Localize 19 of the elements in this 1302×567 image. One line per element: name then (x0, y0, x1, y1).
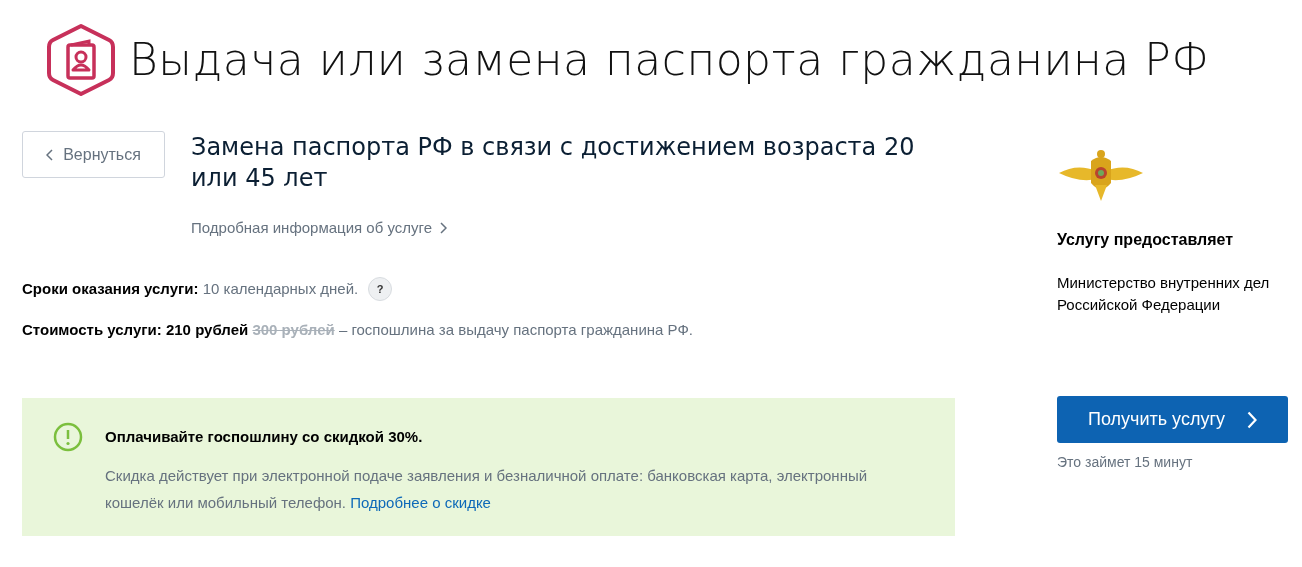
eagle-emblem-icon (1057, 149, 1145, 203)
duration-note: Это займет 15 минут (1057, 453, 1194, 472)
provider-name: Министерство внутренних дел Российской Федерации (1057, 273, 1271, 315)
page-title: Выдача или замена паспорта гражданина РФ (129, 38, 1210, 82)
chevron-right-icon (440, 222, 447, 235)
term-text: Сроки оказания услуги: 10 календарных дней. (22, 278, 359, 299)
exclamation-icon (53, 421, 83, 452)
notice-text: Скидка действует при электронной подаче заявления и безналичной оплате: банковская карта, электронный кошелёк или мобильный телефон. Подробнее о скидке (105, 466, 869, 513)
notice-title: Оплачивайте госпошлину со скидкой 30%. (105, 426, 424, 447)
back-button[interactable]: Вернуться (22, 131, 165, 178)
get-service-button[interactable]: Получить услугу (1057, 396, 1288, 443)
discount-link[interactable]: Подробнее о скидке (350, 494, 491, 511)
chevron-left-icon (46, 148, 54, 161)
details-link[interactable]: Подробная информация об услуге (191, 217, 447, 240)
chevron-right-icon (1247, 410, 1257, 429)
service-title: Замена паспорта РФ в связи с достижением возраста 20 или 45 лет (191, 132, 916, 194)
provider-heading: Услугу предоставляет (1057, 230, 1235, 250)
help-button[interactable]: ? (368, 277, 393, 301)
cost-text: Стоимость услуги: 210 рублей 300 рублей – госпошлина за выдачу паспорта гражданина РФ. (22, 320, 694, 340)
